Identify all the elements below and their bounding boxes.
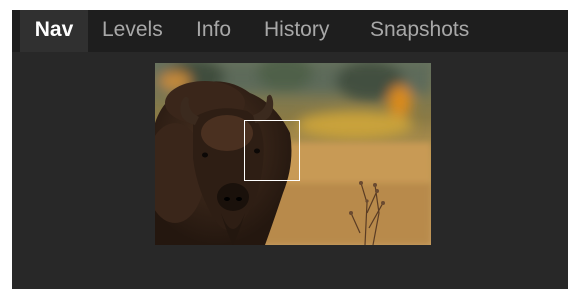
panel-tab-bar: Nav Levels Info History Snapshots [12,10,568,52]
navigator-panel: Nav Levels Info History Snapshots [12,10,568,289]
tab-history[interactable]: History [264,10,329,50]
tab-info[interactable]: Info [196,10,231,50]
navigator-preview-image[interactable] [155,63,431,245]
tab-snapshots[interactable]: Snapshots [370,10,469,50]
zoom-viewport-rectangle[interactable] [244,120,300,181]
tab-levels[interactable]: Levels [102,10,163,50]
tab-nav[interactable]: Nav [20,10,88,52]
